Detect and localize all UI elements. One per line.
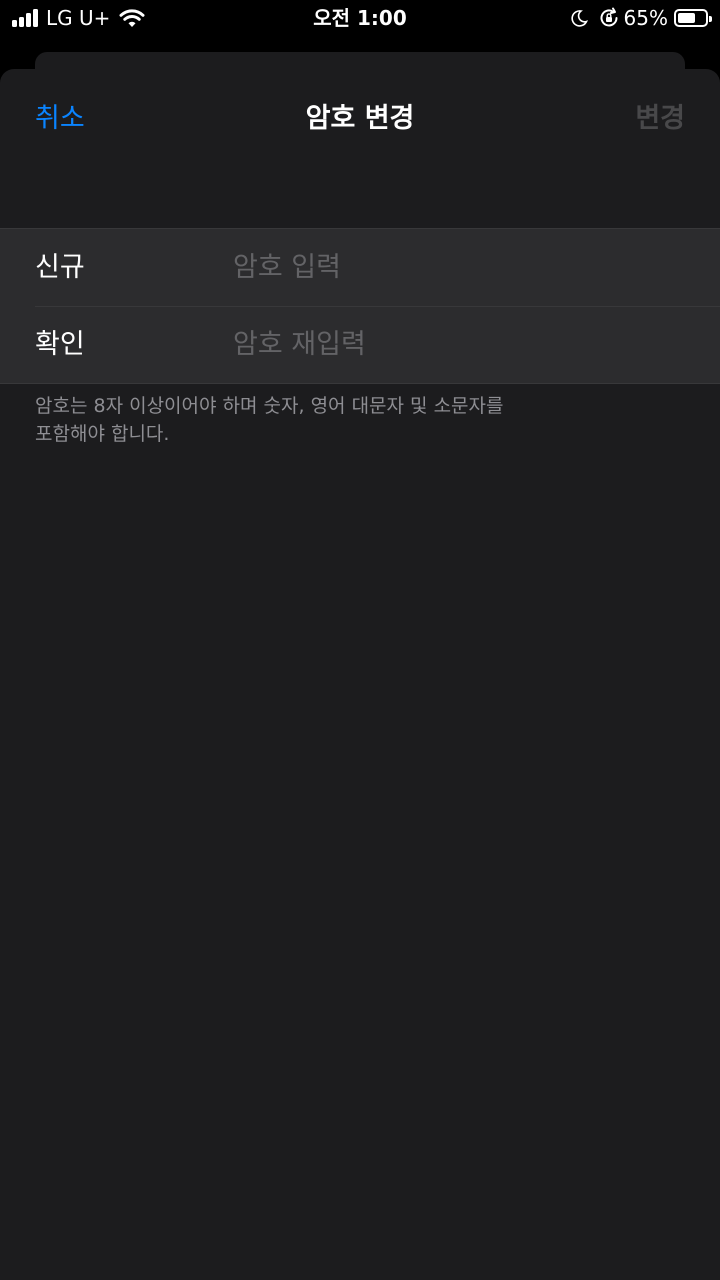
change-button[interactable]: 변경 — [635, 97, 685, 141]
password-requirements-note: 암호는 8자 이상이어야 하며 숫자, 영어 대문자 및 소문자를 포함해야 합… — [35, 392, 595, 448]
new-password-row: 신규 — [0, 229, 720, 306]
battery-percentage: 65% — [623, 6, 668, 30]
battery-cap — [709, 16, 712, 22]
status-right: 65% — [570, 6, 712, 30]
battery-level-fill — [678, 13, 695, 23]
confirm-password-label: 확인 — [35, 329, 85, 360]
new-password-label: 신규 — [35, 252, 85, 283]
footnote-line-2: 포함해야 합니다. — [35, 423, 170, 445]
confirm-password-field[interactable] — [233, 306, 683, 383]
page-title: 암호 변경 — [305, 103, 415, 134]
screen: LG U+ 오전 1:00 65% 취소 암호 변경 변경 신규 확인 암호는 … — [0, 0, 720, 1280]
new-password-field[interactable] — [233, 229, 683, 306]
confirm-password-row: 확인 — [0, 306, 720, 383]
change-password-sheet: 취소 암호 변경 변경 신규 확인 암호는 8자 이상이어야 하며 숫자, 영어… — [0, 69, 720, 1280]
password-form: 신규 확인 — [0, 228, 720, 384]
status-bar: LG U+ 오전 1:00 65% — [0, 0, 720, 38]
orientation-lock-icon — [600, 7, 618, 27]
battery-icon — [674, 9, 712, 27]
footnote-line-1: 암호는 8자 이상이어야 하며 숫자, 영어 대문자 및 소문자를 — [35, 395, 504, 417]
navigation-bar: 취소 암호 변경 변경 — [0, 97, 720, 141]
moon-icon — [570, 10, 588, 27]
